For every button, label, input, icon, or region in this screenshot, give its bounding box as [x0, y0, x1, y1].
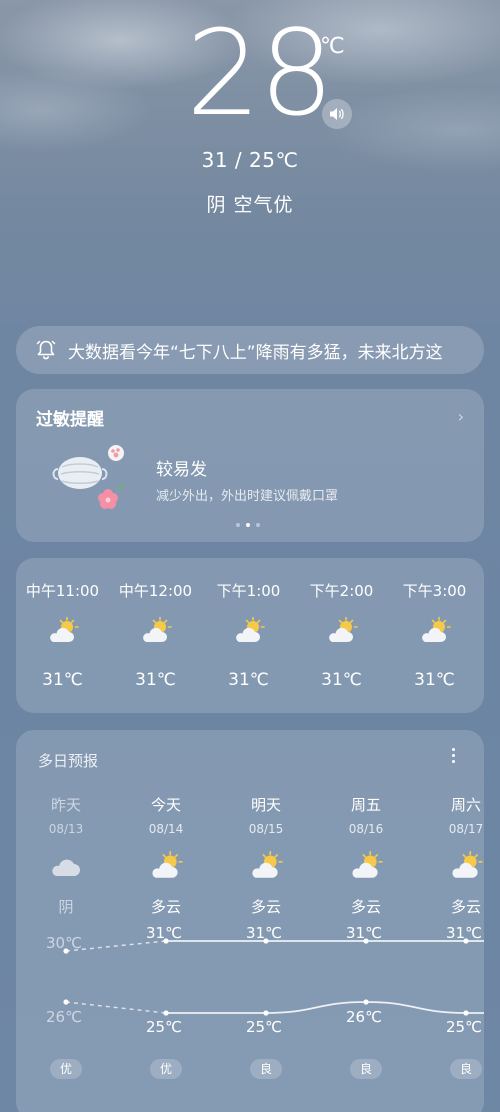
hourly-time: 下午1:00 [216, 582, 281, 600]
page-indicator [236, 523, 260, 527]
news-headline: 大数据看今年“七下八上”降雨有多猛，未来北方这 [68, 342, 443, 363]
weather-condition-aqi: 阴 空气优 [206, 194, 294, 216]
high-temp-label: 30℃ [46, 934, 82, 952]
allergy-card[interactable]: 过敏提醒 › 较易发 减少外出，外出时建议佩戴口罩 [16, 389, 484, 542]
temperature-trend-chart [63, 938, 484, 1016]
temperature-range: 31 / 25℃ [201, 148, 299, 172]
low-temp-point [463, 1010, 469, 1016]
low-temp-point [163, 1010, 169, 1016]
hourly-temp: 31℃ [228, 670, 269, 690]
mask-flower-icon [52, 445, 125, 509]
temperature-unit: ℃ [320, 34, 345, 59]
chevron-right-icon[interactable]: › [458, 407, 464, 426]
high-temp-label: 31℃ [446, 924, 482, 942]
partly-cloudy-icon [50, 616, 79, 642]
multi-day-forecast[interactable]: 多日预报 昨天 08/13 阴 优 今天 08/14 多云 优 明天 08/15… [16, 730, 484, 1112]
low-temp-label: 26℃ [346, 1008, 382, 1026]
partly-cloudy-icon [422, 616, 451, 642]
hourly-temp: 31℃ [321, 670, 362, 690]
low-temp-point [363, 999, 369, 1005]
partly-cloudy-icon [143, 616, 172, 642]
low-temp-line [165, 1001, 484, 1014]
hourly-forecast[interactable]: 中午11:00 31℃ 中午12:00 31℃ 下午1:00 31℃ 下午2:0… [16, 558, 484, 713]
partly-cloudy-icon [236, 616, 265, 642]
bell-icon [36, 340, 56, 360]
high-temp-label: 31℃ [246, 924, 282, 942]
hourly-time: 下午3:00 [402, 582, 467, 600]
hourly-time: 下午2:00 [309, 582, 374, 600]
news-banner[interactable]: 大数据看今年“七下八上”降雨有多猛，未来北方这 [16, 326, 484, 374]
low-temp-point [63, 999, 69, 1005]
low-temp-label: 25℃ [446, 1018, 482, 1036]
voice-broadcast-button[interactable] [322, 99, 352, 129]
high-temp-label: 31℃ [346, 924, 382, 942]
partly-cloudy-icon [329, 616, 358, 642]
low-temp-label: 26℃ [46, 1008, 82, 1026]
low-temp-label: 25℃ [146, 1018, 182, 1036]
current-temperature: 28 [186, 4, 334, 142]
hourly-time: 中午11:00 [25, 582, 100, 600]
high-temp-label: 31℃ [146, 924, 182, 942]
hourly-temp: 31℃ [42, 670, 83, 690]
low-temp-label: 25℃ [246, 1018, 282, 1036]
hourly-time: 中午12:00 [118, 582, 193, 600]
current-weather: 28 ℃ 31 / 25℃ 阴 空气优 [0, 0, 500, 240]
allergy-tip: 减少外出，外出时建议佩戴口罩 [156, 489, 339, 504]
allergy-level: 较易发 [156, 460, 207, 480]
hourly-temp: 31℃ [414, 670, 455, 690]
allergy-title: 过敏提醒 [36, 410, 104, 430]
low-temp-point [263, 1010, 269, 1016]
hourly-temp: 31℃ [135, 670, 176, 690]
speaker-icon [330, 108, 344, 120]
